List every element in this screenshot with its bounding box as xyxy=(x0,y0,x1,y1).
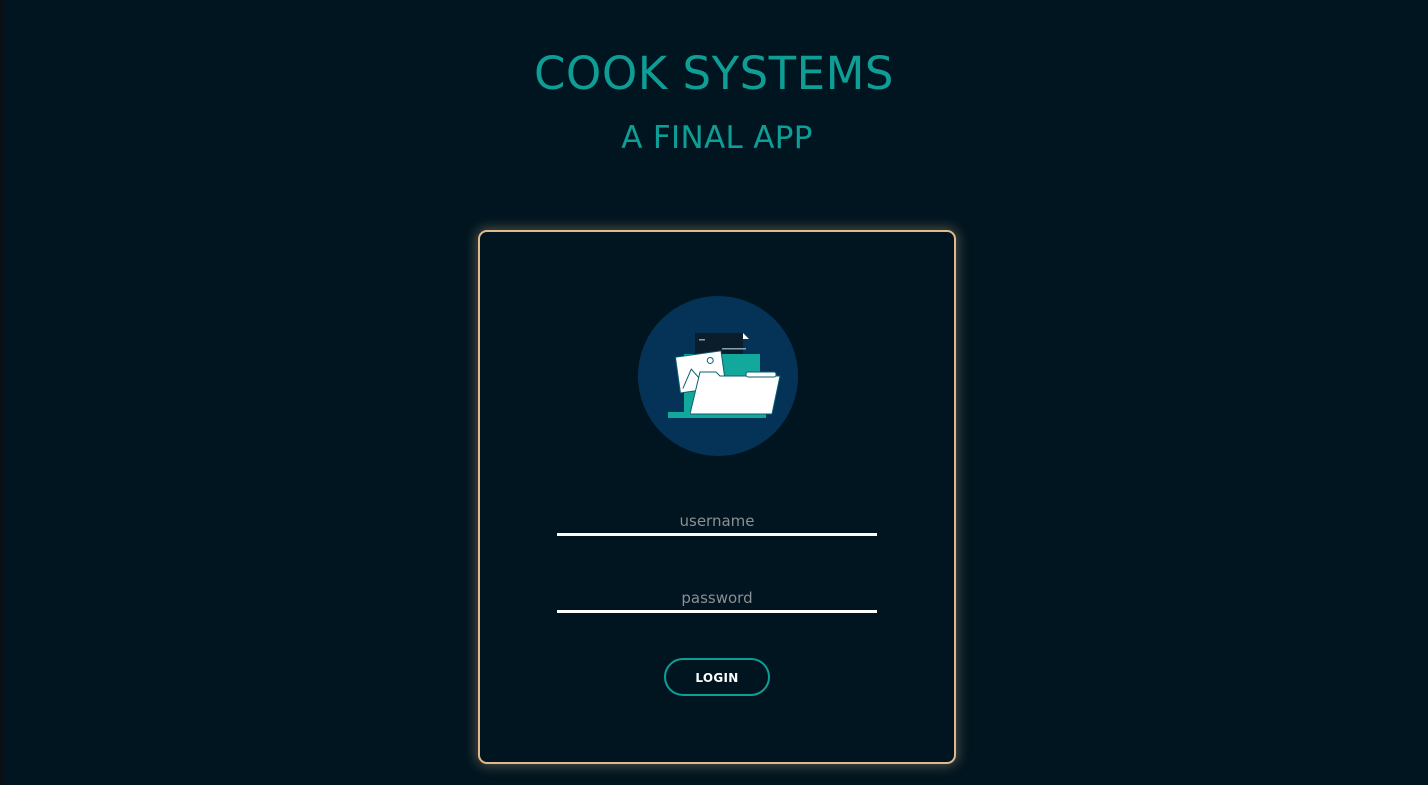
app-title: COOK SYSTEMS xyxy=(533,47,894,100)
login-page: COOK SYSTEMS A FINAL APP username LOGIN xyxy=(0,0,1428,785)
app-subtitle: A FINAL APP xyxy=(621,120,813,156)
password-field-wrapper xyxy=(557,574,877,613)
username-field-wrapper xyxy=(557,497,877,536)
login-button[interactable]: LOGIN xyxy=(664,658,770,696)
password-input[interactable] xyxy=(557,574,877,610)
username-input[interactable] xyxy=(557,497,877,533)
login-card: LOGIN xyxy=(478,230,956,764)
folder-documents-icon xyxy=(638,296,798,456)
